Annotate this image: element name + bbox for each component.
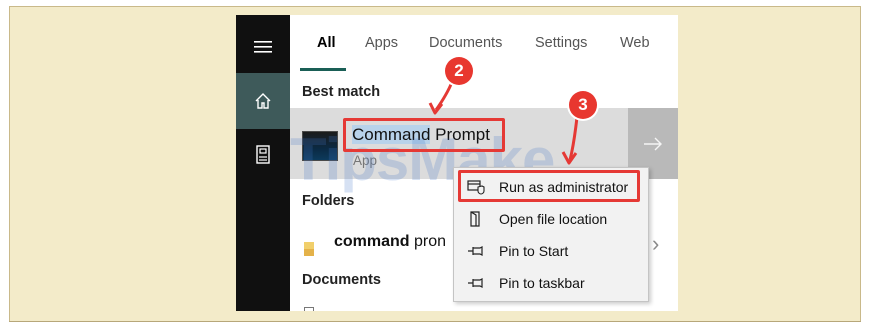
sidebar (236, 15, 290, 311)
pin-icon (467, 275, 485, 291)
chevron-right-icon[interactable]: › (652, 231, 659, 257)
tab-web[interactable]: Web (620, 35, 650, 51)
step-2-badge: 2 (445, 57, 473, 85)
document-icon (304, 307, 314, 311)
best-match-heading: Best match (302, 84, 381, 100)
active-tab-indicator (300, 68, 346, 71)
highlight-box-run-as-admin (458, 170, 640, 202)
notebook-icon[interactable] (236, 127, 290, 183)
folder-location-icon (467, 211, 485, 227)
best-match-type: App (353, 153, 378, 168)
menu-item-label: Pin to Start (499, 243, 569, 259)
highlight-box-command-prompt (343, 118, 505, 152)
menu-item-label: Open file location (499, 211, 608, 227)
menu-item-label: Pin to taskbar (499, 275, 585, 291)
tab-settings[interactable]: Settings (535, 35, 587, 51)
pin-icon (467, 243, 485, 259)
tab-documents[interactable]: Documents (429, 35, 502, 51)
command-prompt-app-icon (302, 131, 338, 161)
menu-item-pin-to-taskbar[interactable]: Pin to taskbar (454, 267, 648, 299)
folders-heading: Folders (302, 193, 355, 209)
menu-item-open-file-location[interactable]: Open file location (454, 203, 648, 235)
folder-result[interactable]: command pron (334, 233, 446, 251)
folder-result-rest: pron (409, 233, 447, 250)
arrow-right-icon (644, 137, 662, 150)
hamburger-menu-icon[interactable] (236, 19, 290, 75)
menu-item-pin-to-start[interactable]: Pin to Start (454, 235, 648, 267)
frame-divider (9, 321, 861, 322)
folder-icon (304, 242, 314, 256)
tab-all[interactable]: All (317, 35, 336, 51)
search-tabs: All Apps Documents Settings Web (290, 15, 678, 71)
step-3-badge: 3 (569, 91, 597, 119)
home-icon[interactable] (236, 73, 290, 129)
documents-heading: Documents (302, 272, 381, 288)
tab-apps[interactable]: Apps (365, 35, 398, 51)
folder-result-match: command (334, 233, 410, 250)
